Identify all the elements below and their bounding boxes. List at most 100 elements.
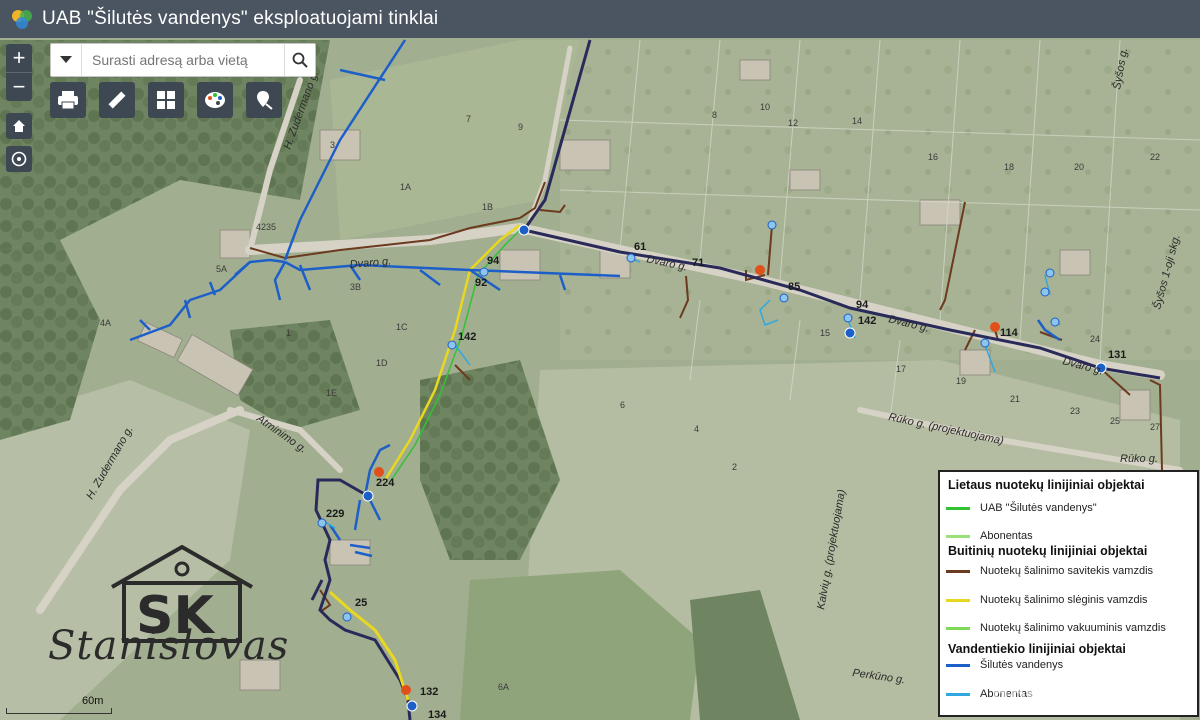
legend-item: Abonentas [946,530,1033,542]
legend-swatch [946,569,970,573]
basemap-gallery-icon [157,91,175,109]
valve-node [447,340,457,350]
search-input[interactable] [82,45,284,75]
arcgis-app-logo-icon [10,7,34,31]
legend-item: Nuotekų šalinimo savitekis vamzdis [946,565,1153,577]
parcel-label: 6 [620,400,625,410]
parcel-label: 4A [100,318,111,328]
node-label: 92 [475,277,487,289]
parcel-label: 6A [498,682,509,692]
parcel-label: 3 [330,140,335,150]
scale-bar-line [6,708,112,714]
parcel-label: 1C [396,322,408,332]
node-label: 224 [376,477,395,489]
parcel-label: 17 [896,364,906,374]
hydrant-node [990,322,1000,332]
legend-swatch [946,598,970,602]
node-label: 131 [1108,349,1126,361]
legend-panel: Lietaus nuotekų linijiniai objektai UAB … [938,470,1199,717]
zoom-out-button[interactable]: − [6,73,32,101]
hydrant-node [374,467,384,477]
valve-node [767,220,777,230]
legend-item-label: Šilutės vandenys [980,659,1064,671]
parcel-label: 20 [1074,162,1084,172]
manhole-node [518,224,530,236]
parcel-label: 1E [326,388,337,398]
legend-header-rain: Lietaus nuotekų linijiniai objektai [948,478,1145,492]
valve-node [479,267,489,277]
legend-item: UAB "Šilutės vandenys" [946,502,1097,514]
zoom-control: + − [6,44,32,101]
node-label: 61 [634,241,646,253]
node-label: 71 [692,257,704,269]
parcel-label: 9 [518,122,523,132]
layers-button[interactable] [197,82,233,118]
valve-node [779,293,789,303]
manhole-node [844,327,856,339]
print-icon [58,91,78,110]
node-label: 142 [858,315,876,327]
parcel-label: 16 [928,152,938,162]
hydrant-node [401,685,411,695]
legend-header-water: Vandentiekio linijiniai objektai [948,642,1126,656]
manhole-node [362,490,374,502]
legend-item-label: Nuotekų šalinimo vakuuminis vamzdis [980,622,1166,634]
node-label: 114 [1000,327,1019,339]
node-label: 4235 [256,222,276,232]
parcel-label: 7 [466,114,471,124]
legend-item-label: Nuotekų šalinimo slėginis vamzdis [980,594,1148,606]
legend-swatch [946,626,970,630]
legend-item: Šilutės vandenys [946,659,1063,671]
valve-node [1050,317,1060,327]
map-toolbar [50,82,282,118]
measure-button[interactable] [99,82,135,118]
node-label: 25 [355,597,367,609]
home-button[interactable] [6,113,32,139]
draw-marker-button[interactable] [246,82,282,118]
legend-item: Nuotekų šalinimo vakuuminis vamzdis [946,622,1166,634]
legend-item-label: Abonentas [980,530,1033,542]
brand-name: Stanislovas [48,623,290,669]
locate-icon [11,151,27,167]
layers-palette-icon [205,92,225,108]
measure-icon [108,91,126,109]
parcel-label: 1A [400,182,411,192]
print-button[interactable] [50,82,86,118]
parcel-label: 15 [820,328,830,338]
home-icon [13,120,25,132]
zoom-in-button[interactable]: + [6,44,32,73]
locate-button[interactable] [6,146,32,172]
node-label: 85 [788,281,800,293]
valve-node [980,338,990,348]
parcel-label: 12 [788,118,798,128]
parcel-label: 19 [956,376,966,386]
parcel-label: 3B [350,282,361,292]
app-title: UAB "Šilutės vandenys" eksploatuojami ti… [42,8,439,29]
node-label: 132 [420,686,438,698]
parcel-label: 21 [1010,394,1020,404]
basemap-gallery-button[interactable] [148,82,184,118]
legend-swatch [946,663,970,667]
street-label: Rūko g. [1120,453,1158,465]
parcel-label: 27 [1150,422,1160,432]
parcel-label: 24 [1090,334,1100,344]
manhole-node [406,700,418,712]
search-source-dropdown[interactable] [51,44,82,76]
legend-header-sewer: Buitinių nuotekų linijiniai objektai [948,544,1148,558]
valve-node [317,518,327,528]
app-header: UAB "Šilutės vandenys" eksploatuojami ti… [0,0,1200,38]
parcel-label: 2 [732,462,737,472]
parcel-label: 23 [1070,406,1080,416]
parcel-label: 1 [286,328,291,338]
parcel-label: 8 [712,110,717,120]
node-label: 142 [458,331,476,343]
legend-item-label: Nuotekų šalinimo savitekis vamzdis [980,565,1154,577]
search-button[interactable] [284,44,315,76]
search-icon [292,52,308,68]
node-label: 229 [326,508,344,520]
legend-swatch [946,506,970,510]
brand-logo: SK Stanislovas [42,545,288,695]
legend-swatch [946,692,970,696]
parcel-label: 14 [852,116,862,126]
node-label: 94 [487,255,500,267]
